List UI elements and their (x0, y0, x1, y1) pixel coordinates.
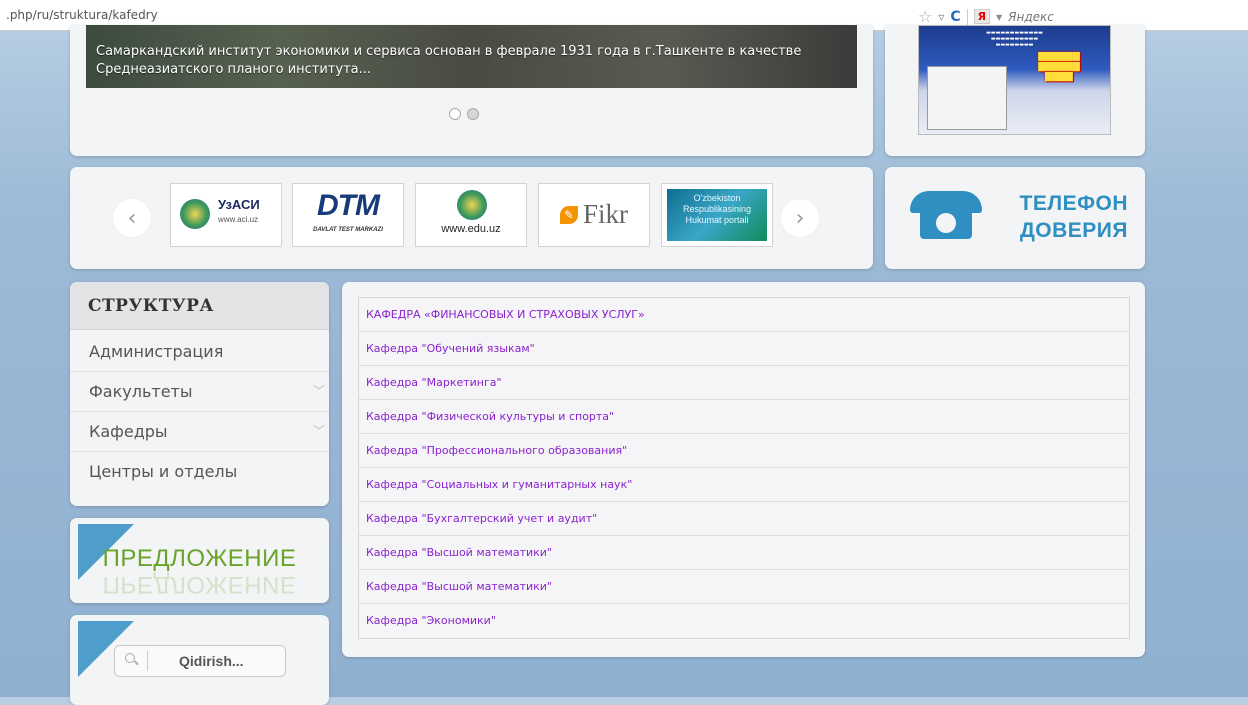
department-link[interactable]: Кафедра "Профессионального образования" (359, 434, 1129, 468)
menu-item-centers[interactable]: Центры и отделы (70, 452, 329, 492)
department-link[interactable]: Кафедра "Экономики" (359, 604, 1129, 638)
dropdown-arrow-icon[interactable]: ▿ (938, 10, 944, 24)
logo-fikr[interactable]: ✎ Fikr (538, 183, 650, 247)
logo-edu-url: www.edu.uz (441, 223, 501, 235)
address-bar[interactable]: .php/ru/struktura/kafedry (6, 8, 158, 22)
telephone-dial-shape (936, 213, 956, 233)
logo-dtm-subtitle: DAVLAT TEST MARKAZI (313, 227, 383, 233)
uzb-emblem-icon (457, 190, 487, 220)
logo-fikr-title: Fikr (583, 199, 629, 229)
main-content: КАФЕДРА «ФИНАНСОВЫХ И СТРАХОВЫХ УСЛУГ» Ка… (342, 282, 1145, 657)
search-panel: Qidirish... (70, 615, 329, 705)
search-label: Qidirish... (179, 653, 244, 669)
search-engine-dropdown-icon[interactable]: ▾ (996, 10, 1002, 24)
news-slider: Самаркандский институт экономики и серви… (70, 25, 873, 156)
logo-aci-url: www.aci.uz (218, 215, 259, 224)
logo-dtm-title: DTM (317, 189, 380, 222)
slider-dot-2[interactable] (467, 108, 479, 120)
logo-gov-portal[interactable]: O'zbekiston Respublikasining Hukumat por… (661, 183, 773, 247)
department-link[interactable]: Кафедра "Высшой математики" (359, 570, 1129, 604)
chevron-down-icon: ﹀ (312, 384, 325, 398)
toolbar-divider (966, 8, 968, 25)
department-link[interactable]: Кафедра "Физической культуры и спорта" (359, 400, 1129, 434)
department-link[interactable]: КАФЕДРА «ФИНАНСОВЫХ И СТРАХОВЫХ УСЛУГ» (359, 298, 1129, 332)
offer-banner[interactable]: ПРЕДЛОЖЕНИЕ ПРЕДЛОЖЕНИЕ (70, 518, 329, 603)
trust-phone-title-line2: ДОВЕРИЯ (1019, 219, 1128, 242)
menu-item-administration[interactable]: Администрация (70, 332, 329, 372)
structure-menu-header: СТРУКТУРА (70, 282, 329, 330)
menu-item-label: Администрация (89, 342, 224, 361)
structure-menu-title: СТРУКТУРА (88, 296, 214, 316)
ad-banner-panel: ▬▬▬▬▬▬▬▬▬▬▬▬ ▬▬▬▬▬▬▬▬▬▬ ▬▬▬▬▬▬▬▬ ▇▇▇▇▇▇ ▇▇▇… (885, 25, 1145, 156)
partner-logos-carousel: ‹ УзАСИ www.aci.uz DTM DAVLAT TEST MARKA… (70, 167, 873, 269)
ad-document-art (927, 66, 1007, 130)
search-engine-label[interactable]: Яндекс (1008, 10, 1054, 24)
department-link[interactable]: Кафедра "Обучений языкам" (359, 332, 1129, 366)
department-link[interactable]: Кафедра "Бухгалтерский учет и аудит" (359, 502, 1129, 536)
trust-phone-banner[interactable]: ТЕЛЕФОН ДОВЕРИЯ (885, 167, 1145, 269)
carousel-next-button[interactable]: › (781, 199, 819, 237)
menu-item-label: Факультеты (89, 382, 193, 401)
ad-banner-slogan-art: ▇▇▇▇▇▇ ▇▇▇▇▇▇ ▇▇▇▇ (1038, 52, 1080, 82)
offer-banner-reflection: ПРЕДЛОЖЕНИЕ (102, 571, 297, 598)
carousel-prev-button[interactable]: ‹ (113, 199, 151, 237)
menu-item-departments[interactable]: Кафедры ﹀ (70, 412, 329, 452)
logo-gov-portal-title: O'zbekiston Respublikasining Hukumat por… (682, 193, 752, 225)
offer-banner-title: ПРЕДЛОЖЕНИЕ (102, 545, 297, 572)
chevron-left-icon: ‹ (127, 205, 137, 231)
slider-dot-1[interactable] (449, 108, 461, 120)
yandex-icon[interactable]: Я (973, 9, 991, 24)
slider-dots (449, 108, 479, 120)
reload-icon[interactable]: C (950, 9, 960, 25)
search-icon (125, 653, 135, 663)
logo-aci-title: УзАСИ (218, 197, 260, 212)
bookmark-star-icon[interactable]: ☆ (918, 7, 932, 26)
department-link[interactable]: Кафедра "Высшой математики" (359, 536, 1129, 570)
department-link[interactable]: Кафедра "Маркетинга" (359, 366, 1129, 400)
logo-dtm[interactable]: DTM DAVLAT TEST MARKAZI (292, 183, 404, 247)
structure-menu: СТРУКТУРА Администрация Факультеты ﹀ Каф… (70, 282, 329, 506)
menu-item-label: Кафедры (89, 422, 168, 441)
browser-tools: ☆ ▿ C Я ▾ Яндекс (918, 7, 1054, 26)
ad-banner-image[interactable]: ▬▬▬▬▬▬▬▬▬▬▬▬ ▬▬▬▬▬▬▬▬▬▬ ▬▬▬▬▬▬▬▬ ▇▇▇▇▇▇ ▇▇▇… (918, 25, 1111, 135)
department-list: КАФЕДРА «ФИНАНСОВЫХ И СТРАХОВЫХ УСЛУГ» Ка… (358, 297, 1130, 639)
menu-item-faculties[interactable]: Факультеты ﹀ (70, 372, 329, 412)
logo-aci[interactable]: УзАСИ www.aci.uz (170, 183, 282, 247)
fikr-leaf-icon: ✎ (559, 205, 578, 224)
trust-phone-title-line1: ТЕЛЕФОН (1019, 192, 1128, 215)
chevron-right-icon: › (795, 205, 805, 231)
ad-banner-header-art: ▬▬▬▬▬▬▬▬▬▬▬▬ ▬▬▬▬▬▬▬▬▬▬ ▬▬▬▬▬▬▬▬ (986, 30, 1043, 48)
search-button[interactable]: Qidirish... (114, 645, 286, 677)
slide-caption[interactable]: Самаркандский институт экономики и серви… (96, 43, 846, 79)
search-divider (147, 651, 148, 671)
telephone-icon (910, 191, 982, 241)
uzb-emblem-icon (180, 199, 210, 229)
menu-item-label: Центры и отделы (89, 462, 238, 481)
logo-edu[interactable]: www.edu.uz (415, 183, 527, 247)
department-link[interactable]: Кафедра "Социальных и гуманитарных наук" (359, 468, 1129, 502)
chevron-down-icon: ﹀ (312, 424, 325, 438)
